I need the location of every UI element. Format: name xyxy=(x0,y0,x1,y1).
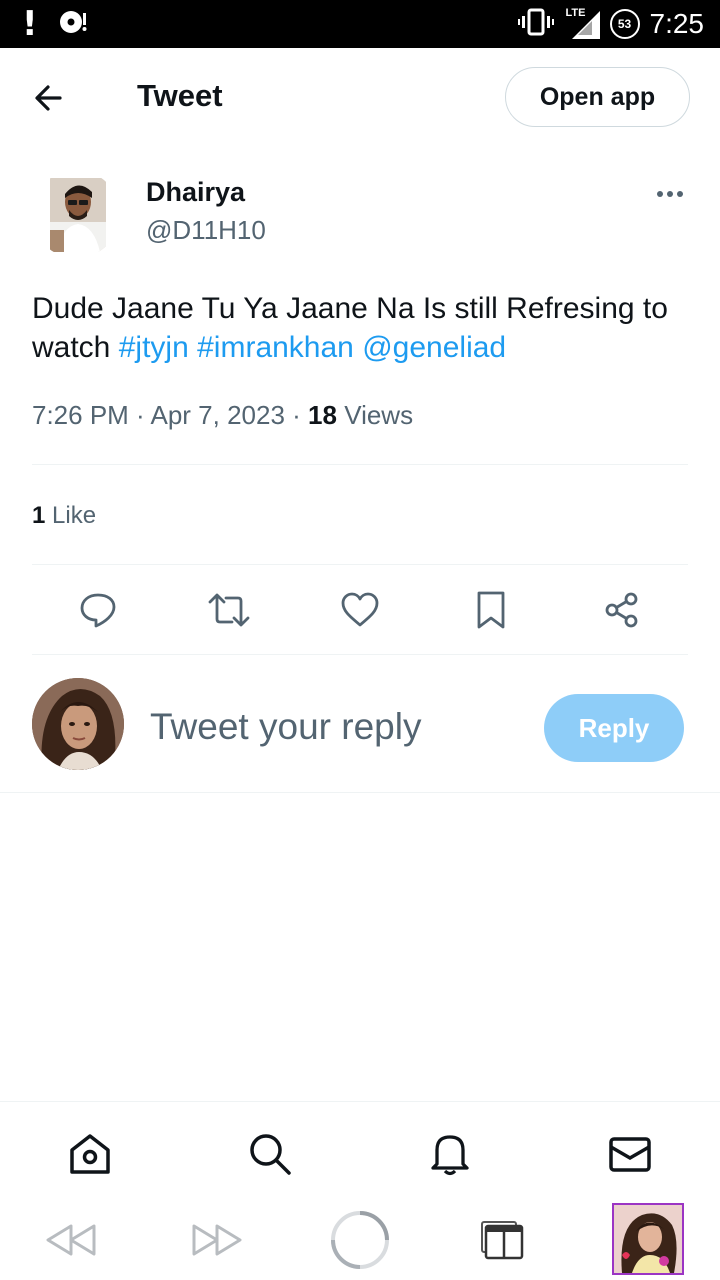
tweet-date[interactable]: Apr 7, 2023 xyxy=(151,400,285,430)
nav-search[interactable] xyxy=(246,1130,294,1178)
bookmark-icon xyxy=(477,591,505,629)
retweet-button[interactable] xyxy=(205,586,253,634)
back-button[interactable] xyxy=(30,78,70,118)
like-icon xyxy=(341,592,379,627)
tabs-icon xyxy=(481,1221,524,1260)
retweet-icon xyxy=(208,593,250,627)
battery-indicator: 53 xyxy=(609,9,640,39)
rewind-icon xyxy=(46,1224,96,1256)
share-button[interactable] xyxy=(598,586,646,634)
reply-submit-button[interactable]: Reply xyxy=(544,694,684,762)
like-button[interactable] xyxy=(336,586,384,634)
media-icon xyxy=(56,7,90,42)
reply-input[interactable] xyxy=(150,702,520,752)
fast-forward-button[interactable] xyxy=(190,1208,244,1272)
alert-icon: ! xyxy=(22,4,38,44)
more-dot-icon xyxy=(657,191,663,197)
nav-messages[interactable] xyxy=(606,1130,654,1178)
divider xyxy=(32,564,688,565)
tweet-meta: 7:26 PM · Apr 7, 2023 · 18 Views xyxy=(32,400,414,430)
more-options-button[interactable] xyxy=(650,180,690,208)
hashtag-link[interactable]: #imrankhan xyxy=(197,331,354,364)
loading-icon xyxy=(331,1211,389,1269)
top-app-bar: Tweet Open app xyxy=(0,48,720,146)
reload-button[interactable] xyxy=(328,1208,392,1272)
mention-link[interactable]: @geneliad xyxy=(362,331,506,364)
likes-summary[interactable]: 1 Like xyxy=(32,502,96,530)
search-icon xyxy=(250,1134,291,1175)
vibrate-icon xyxy=(517,7,554,42)
browser-toolbar xyxy=(0,1200,720,1280)
status-bar: ! LTE 53 7:25 xyxy=(0,0,720,48)
back-arrow-icon xyxy=(35,85,62,111)
hashtag-link[interactable]: #jtyjn xyxy=(119,331,189,364)
notifications-icon xyxy=(431,1135,469,1176)
like-label: Like xyxy=(52,502,97,529)
more-dot-icon xyxy=(667,191,673,197)
tweet-time[interactable]: 7:26 PM xyxy=(32,400,129,430)
user-avatar[interactable] xyxy=(32,678,124,770)
nav-home[interactable] xyxy=(66,1130,114,1178)
page-title: Tweet xyxy=(137,78,223,113)
divider xyxy=(32,654,688,655)
rewind-button[interactable] xyxy=(44,1208,98,1272)
signal-icon: LTE xyxy=(564,7,600,39)
nav-notifications[interactable] xyxy=(426,1130,474,1178)
bottom-nav xyxy=(0,1101,720,1200)
share-icon xyxy=(605,592,638,628)
view-count: 18 xyxy=(308,400,337,430)
composer-divider xyxy=(0,792,720,793)
home-icon xyxy=(70,1134,110,1174)
tab-thumbnail[interactable] xyxy=(612,1203,684,1275)
tweet-text: Dude Jaane Tu Ya Jaane Na Is still Refre… xyxy=(32,289,692,367)
divider xyxy=(32,464,688,465)
more-dot-icon xyxy=(677,191,683,197)
author-handle[interactable]: @D11H10 xyxy=(146,215,266,246)
like-count: 1 xyxy=(32,502,46,529)
tweet-actions xyxy=(32,586,688,634)
fast-forward-icon xyxy=(192,1224,242,1256)
tabs-button[interactable] xyxy=(478,1208,528,1272)
bookmark-button[interactable] xyxy=(467,586,515,634)
author-avatar[interactable] xyxy=(32,170,120,258)
reply-icon xyxy=(80,593,116,628)
author-name[interactable]: Dhairya xyxy=(146,177,245,208)
open-app-button[interactable]: Open app xyxy=(505,67,690,127)
status-time: 7:25 xyxy=(649,8,705,39)
views-label: Views xyxy=(344,400,414,430)
messages-icon xyxy=(609,1137,651,1172)
reply-button[interactable] xyxy=(74,586,122,634)
